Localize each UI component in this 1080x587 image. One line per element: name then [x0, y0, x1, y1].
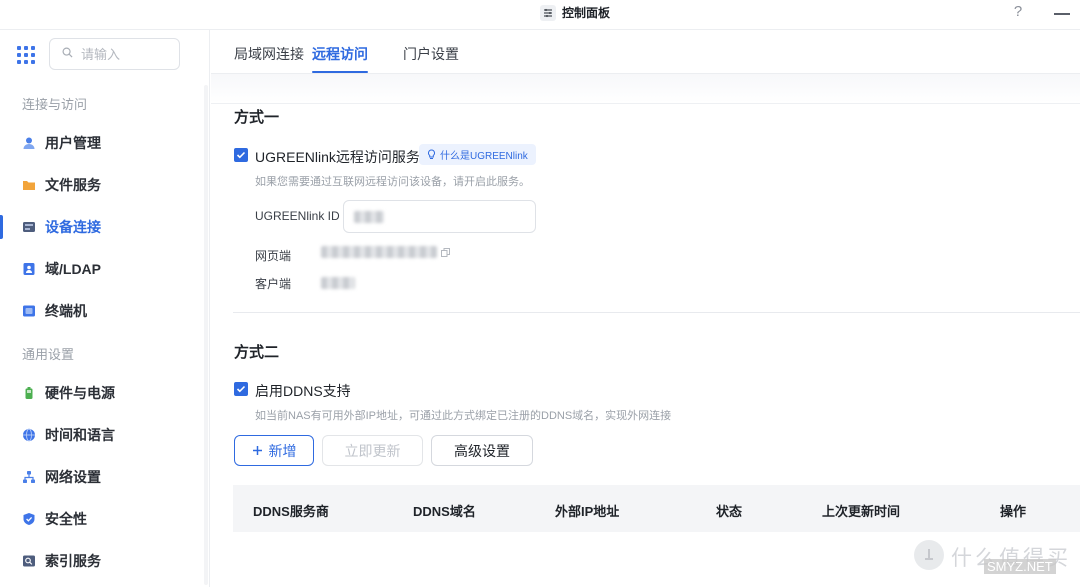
column-header[interactable]: 外部IP地址 — [555, 501, 619, 520]
search-icon — [62, 45, 73, 63]
battery-icon — [22, 386, 36, 400]
sidebar-item-hardware-power[interactable]: 硬件与电源 — [0, 375, 205, 411]
tab-bar: 局域网连接 远程访问 门户设置 — [211, 30, 1080, 74]
add-ddns-label: 新增 — [268, 442, 297, 459]
sidebar-item-label: 网络设置 — [45, 469, 101, 485]
group-label-connection: 连接与访问 — [22, 97, 88, 112]
sidebar-item-label: 用户管理 — [45, 135, 101, 151]
column-header[interactable]: DDNS服务商 — [253, 501, 329, 520]
ddns-hint: 如当前NAS有可用外部IP地址，可通过此方式绑定已注册的DDNS域名，实现外网连… — [255, 410, 672, 422]
sidebar-item-index-service[interactable]: 索引服务 — [0, 543, 205, 579]
sidebar: 连接与访问 用户管理 文件服务 设备连接 域/LDAP 终端机 通用设置 硬件与… — [0, 30, 210, 587]
column-header[interactable]: 操作 — [1000, 501, 1026, 520]
globe-icon — [22, 428, 36, 442]
device-connect-icon — [22, 220, 36, 234]
minimize-button[interactable] — [1054, 13, 1070, 15]
sidebar-item-terminal[interactable]: 终端机 — [0, 293, 205, 329]
tab-content-header — [211, 74, 1080, 104]
main-panel: 局域网连接 远程访问 门户设置 方式一 UGREENlink远程访问服务 什么是… — [211, 30, 1080, 587]
folder-icon — [22, 178, 36, 192]
sidebar-item-ldap[interactable]: 域/LDAP — [0, 251, 205, 287]
ddns-table-header: DDNS服务商 DDNS域名 外部IP地址 状态 上次更新时间 操作 — [233, 485, 1080, 532]
user-icon — [22, 136, 36, 150]
web-url-value-redacted — [321, 246, 437, 258]
method2-title: 方式二 — [234, 344, 280, 361]
plus-icon — [252, 446, 262, 455]
search-box[interactable] — [49, 38, 180, 70]
ugreenlink-id-label: UGREENlink ID — [255, 209, 340, 223]
sidebar-item-label: 域/LDAP — [45, 261, 101, 277]
app-grid-icon[interactable] — [17, 46, 35, 64]
window-title: 控制面板 — [562, 6, 611, 20]
ugreenlink-hint: 如果您需要通过互联网远程访问该设备，请开启此服务。 — [255, 176, 530, 188]
check-icon — [236, 385, 246, 393]
watermark-site: SMYZ.NET — [984, 559, 1056, 574]
network-icon — [22, 470, 36, 484]
column-header[interactable]: DDNS域名 — [413, 501, 476, 520]
sidebar-item-label: 设备连接 — [45, 219, 101, 235]
check-icon — [236, 151, 246, 159]
column-header[interactable]: 状态 — [716, 501, 742, 520]
ugreenlink-checkbox-label: UGREENlink远程访问服务 — [255, 149, 420, 165]
sidebar-item-time-language[interactable]: 时间和语言 — [0, 417, 205, 453]
update-now-label: 立即更新 — [344, 442, 401, 459]
title-bar: 控制面板 ? — [0, 0, 1080, 30]
advanced-settings-button[interactable]: 高级设置 — [431, 435, 533, 466]
sidebar-scrollbar[interactable] — [204, 85, 208, 585]
sidebar-item-device-connect[interactable]: 设备连接 — [0, 209, 205, 245]
ugreenlink-checkbox[interactable] — [234, 148, 248, 162]
shield-icon — [22, 512, 36, 526]
method1-title: 方式一 — [234, 109, 280, 126]
web-url-row — [321, 246, 450, 258]
client-value-redacted — [321, 277, 355, 289]
ugreenlink-id-value-redacted — [354, 210, 384, 223]
copy-icon[interactable] — [441, 247, 450, 257]
ddns-checkbox-label: 启用DDNS支持 — [255, 383, 351, 399]
tab-remote-access[interactable]: 远程访问 — [298, 44, 382, 74]
sidebar-item-label: 文件服务 — [45, 177, 101, 193]
sidebar-item-label: 硬件与电源 — [45, 385, 115, 401]
client-label: 客户端 — [255, 277, 292, 291]
advanced-settings-label: 高级设置 — [454, 442, 510, 459]
sidebar-item-label: 时间和语言 — [45, 427, 115, 443]
group-label-general: 通用设置 — [22, 347, 75, 362]
what-is-ugreenlink-link[interactable]: 什么是UGREENlink — [419, 144, 536, 165]
lightbulb-icon — [428, 149, 435, 159]
ldap-icon — [22, 262, 36, 276]
index-icon — [22, 554, 36, 568]
column-header[interactable]: 上次更新时间 — [822, 501, 900, 520]
sidebar-item-label: 索引服务 — [45, 553, 101, 569]
sliders-icon — [540, 4, 556, 21]
help-button[interactable]: ? — [1009, 3, 1027, 20]
web-label: 网页端 — [255, 249, 292, 263]
window-title-group: 控制面板 — [540, 4, 610, 21]
ugreenlink-id-field[interactable] — [343, 200, 536, 233]
watermark-logo-icon — [914, 540, 944, 570]
sidebar-item-network[interactable]: 网络设置 — [0, 459, 205, 495]
sidebar-item-file-service[interactable]: 文件服务 — [0, 167, 205, 203]
update-now-button[interactable]: 立即更新 — [322, 435, 423, 466]
sidebar-item-users[interactable]: 用户管理 — [0, 125, 205, 161]
search-input[interactable] — [81, 46, 161, 62]
sidebar-item-security[interactable]: 安全性 — [0, 501, 205, 537]
sidebar-item-label: 安全性 — [45, 511, 87, 527]
tab-portal-settings[interactable]: 门户设置 — [403, 44, 459, 74]
add-ddns-button[interactable]: 新增 — [234, 435, 314, 466]
terminal-icon — [22, 304, 36, 318]
ddns-checkbox[interactable] — [234, 382, 248, 396]
what-is-ugreenlink-text: 什么是UGREENlink — [440, 151, 528, 162]
sidebar-item-label: 终端机 — [45, 303, 87, 319]
section-divider — [233, 312, 1080, 313]
tab-lan-connection[interactable]: 局域网连接 — [234, 44, 304, 74]
